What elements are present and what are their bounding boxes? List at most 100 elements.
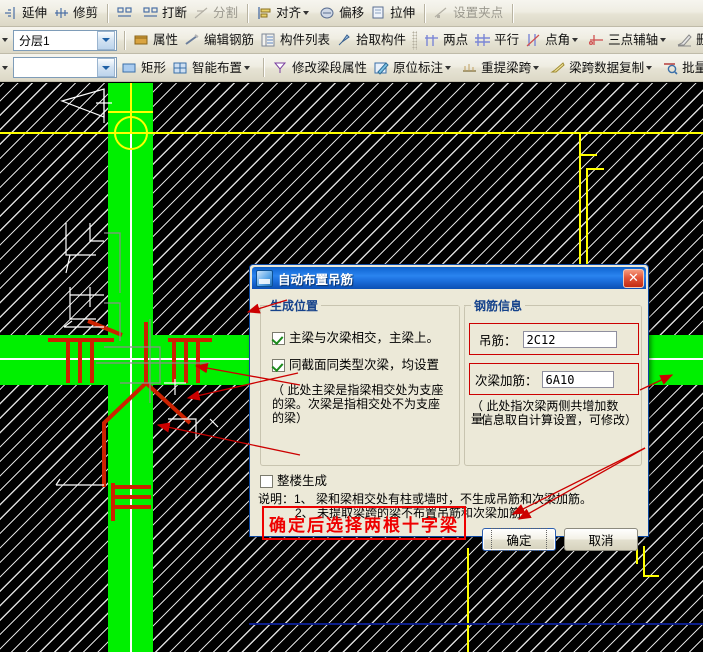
chevron-down-icon[interactable] <box>660 38 666 42</box>
layer-select[interactable]: 分层1 <box>13 30 117 51</box>
checkbox-icon[interactable] <box>272 332 285 345</box>
chevron-down-icon[interactable] <box>533 66 539 70</box>
component-list-icon <box>260 32 277 48</box>
toolbar-button-trim[interactable]: 修剪 <box>51 2 102 24</box>
generation-location-group: 生成位置 主梁与次梁相交，主梁上。 同截面同类型次梁，均设置 （ 此处主梁是指梁… <box>260 305 460 466</box>
dialog-title-bar[interactable]: 自动布置吊筋 ✕ <box>252 267 646 289</box>
toolbar-button-stretch[interactable]: 拉伸 <box>368 2 419 24</box>
checkbox-same-section-beam[interactable]: 同截面同类型次梁，均设置 <box>272 358 452 372</box>
rebar-stirrup-5 <box>184 338 188 383</box>
overflow-chevron-icon[interactable] <box>2 38 8 42</box>
ok-button[interactable]: 确定 <box>482 528 556 551</box>
rebar-info-legend: 钢筋信息 <box>471 297 525 314</box>
toolbar-button-rectangle[interactable]: 矩形 <box>119 57 170 79</box>
toolbar-area: 延伸 修剪 打断 <box>0 0 703 83</box>
checkbox-icon[interactable] <box>272 359 285 372</box>
auto-hanging-rebar-dialog[interactable]: 自动布置吊筋 ✕ 生成位置 主梁与次梁相交，主梁上。 同截面同类型次梁，均设置 … <box>249 264 649 537</box>
toolbar-label: 重提梁跨 <box>481 57 531 79</box>
close-icon[interactable]: ✕ <box>623 269 644 288</box>
toolbar-button-in-place-annotation[interactable]: 原位标注 <box>371 57 459 79</box>
secondary-beam-rebar-input[interactable]: 6A10 <box>542 371 614 388</box>
toolbar-label: 批量识别梁支座 <box>682 57 703 79</box>
copy-span-data-icon <box>549 60 566 76</box>
generation-location-legend: 生成位置 <box>267 297 321 314</box>
dialog-title: 自动布置吊筋 <box>278 269 353 288</box>
toolbar-button-offset[interactable]: 偏移 <box>317 2 368 24</box>
chevron-down-icon[interactable] <box>303 11 309 15</box>
chevron-down-icon[interactable] <box>97 58 115 77</box>
chevron-down-icon[interactable] <box>572 38 578 42</box>
edit-beam-segment-icon <box>272 60 289 76</box>
align-icon <box>256 5 273 21</box>
three-point-axis-icon <box>588 32 605 48</box>
stretch-icon <box>370 5 387 21</box>
toolbar-button-component-list[interactable]: 构件列表 <box>258 29 334 51</box>
toolbar-label: 设置夹点 <box>453 2 503 24</box>
toolbar-button-batch-identify-support[interactable]: 批量识别梁支座 <box>660 57 703 79</box>
toolbar-label: 平行 <box>494 29 519 51</box>
toolbar-button-copy-span-data[interactable]: 梁跨数据复制 <box>547 57 660 79</box>
toolbar-button-point-angle[interactable]: 点角 <box>523 29 586 51</box>
ok-button-label: 确定 <box>491 528 546 551</box>
app-icon <box>256 270 273 287</box>
merge-icon <box>142 5 159 21</box>
checkbox-icon[interactable] <box>260 475 273 488</box>
chevron-down-icon[interactable] <box>445 66 451 70</box>
toolbar-label: 修改梁段属性 <box>292 57 367 79</box>
vertical-axis-line-right <box>579 133 581 264</box>
toolbar-label: 拾取构件 <box>356 29 406 51</box>
rebar-stirrup-3 <box>90 338 94 383</box>
shape-select[interactable] <box>13 57 117 78</box>
toolbar-grip[interactable] <box>412 31 417 50</box>
split-icon <box>193 5 210 21</box>
layer-select-value: 分层1 <box>14 32 97 49</box>
horizontal-axis-line <box>0 132 703 134</box>
toolbar-button-extend[interactable]: 延伸 <box>0 2 51 24</box>
hanging-rebar-input[interactable]: 2C12 <box>523 331 617 348</box>
toolbar-button-properties[interactable]: 属性 <box>131 29 182 51</box>
toolbar-button-break[interactable] <box>114 2 140 24</box>
toolbar-label: 构件列表 <box>280 29 330 51</box>
toolbar-label: 两点 <box>443 29 468 51</box>
rebar-bottom-bar-1 <box>111 485 151 489</box>
vertical-axis-line-bottom <box>467 548 469 652</box>
toolbar-label: 对齐 <box>276 2 301 24</box>
toolbar-label: 原位标注 <box>393 57 443 79</box>
axis-bubble <box>114 116 148 150</box>
toolbar-button-two-point[interactable]: 两点 <box>421 29 472 51</box>
toolbar-button-grip-point[interactable]: 设置夹点 <box>431 2 507 24</box>
toolbar-button-pick-component[interactable]: 拾取构件 <box>334 29 410 51</box>
toolbar-label: 三点辅轴 <box>608 29 658 51</box>
rebar-stirrup-2 <box>78 338 82 383</box>
toolbar-button-edit-beam-segment[interactable]: 修改梁段属性 <box>270 57 371 79</box>
checkbox-whole-floor[interactable]: 整楼生成 <box>260 474 327 488</box>
toolbar-button-three-point-axis[interactable]: 三点辅轴 <box>586 29 674 51</box>
cancel-button[interactable]: 取消 <box>564 528 638 551</box>
smart-layout-icon <box>172 60 189 76</box>
toolbar-button-align[interactable]: 对齐 <box>254 2 317 24</box>
dialog-body: 生成位置 主梁与次梁相交，主梁上。 同截面同类型次梁，均设置 （ 此处主梁是指梁… <box>250 289 650 538</box>
overflow-chevron-icon[interactable] <box>2 66 8 70</box>
toolbar-label: 点角 <box>545 29 570 51</box>
two-point-icon <box>423 32 440 48</box>
explanation-line1: 说明：1、 梁和梁相交处有柱或墙时，不生成吊筋和次梁加筋。 <box>258 492 592 506</box>
chevron-down-icon[interactable] <box>97 31 115 50</box>
chevron-down-icon[interactable] <box>646 66 652 70</box>
axis-tick-c <box>586 168 588 264</box>
toolbar-button-merge[interactable]: 打断 <box>140 2 191 24</box>
toolbar-button-parallel[interactable]: 平行 <box>472 29 523 51</box>
checkbox-main-secondary-beam[interactable]: 主梁与次梁相交，主梁上。 <box>272 331 452 345</box>
toolbar-button-re-extract-span[interactable]: 重提梁跨 <box>459 57 547 79</box>
grip-point-icon <box>433 5 450 21</box>
axis-tick-e <box>643 546 645 576</box>
secondary-beam-rebar-label: 次梁加筋： <box>475 370 538 389</box>
chevron-down-icon[interactable] <box>244 66 250 70</box>
axis-tick-b <box>586 168 604 170</box>
offset-icon <box>319 5 336 21</box>
toolbar-separator <box>107 4 109 23</box>
toolbar-button-delete-axis[interactable]: 删除辅轴 <box>674 29 703 51</box>
toolbar-button-split[interactable]: 分割 <box>191 2 242 24</box>
toolbar-button-smart-layout[interactable]: 智能布置 <box>170 57 258 79</box>
toolbar-button-edit-rebar[interactable]: 编辑钢筋 <box>182 29 258 51</box>
break-icon <box>116 5 133 21</box>
